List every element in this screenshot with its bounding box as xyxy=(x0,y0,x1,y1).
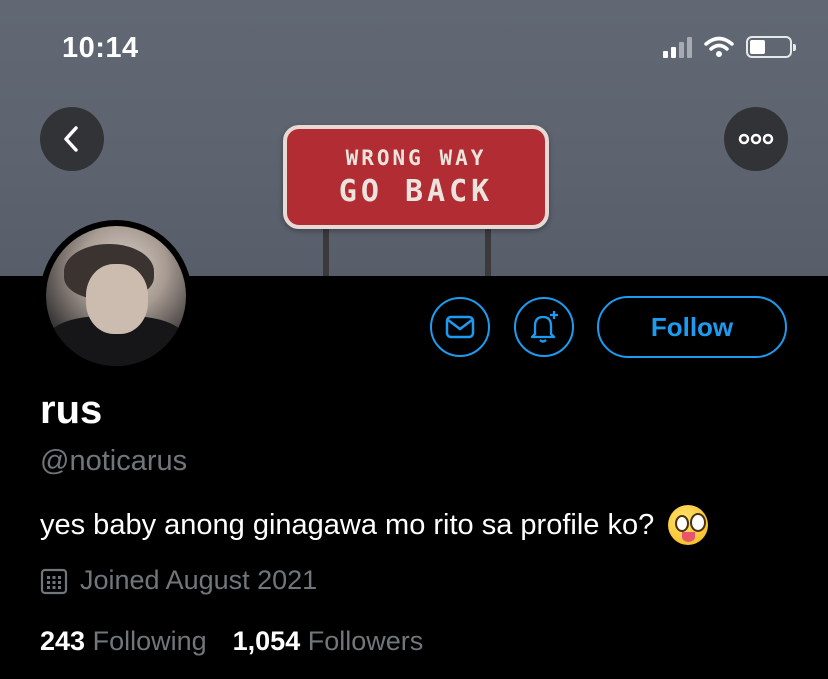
joined-date: Joined August 2021 xyxy=(40,565,317,596)
sign-line-2: GO BACK xyxy=(338,173,494,209)
followers-label: Followers xyxy=(307,626,424,656)
chevron-left-icon xyxy=(64,126,78,152)
back-button[interactable] xyxy=(40,107,104,171)
banner-sign: WRONG WAY GO BACK xyxy=(283,125,551,276)
sign-post-right xyxy=(485,225,491,276)
follow-button[interactable]: Follow xyxy=(597,296,787,358)
cellular-signal-icon xyxy=(663,36,692,58)
message-button[interactable] xyxy=(430,297,490,357)
followers-count: 1,054 xyxy=(232,626,301,656)
avatar-photo xyxy=(46,226,186,366)
bio-text: yes baby anong ginagawa mo rito sa profi… xyxy=(40,508,655,541)
follow-stats: 243 Following 1,054 Followers xyxy=(40,626,423,657)
sign-board: WRONG WAY GO BACK xyxy=(283,125,549,229)
profile-bio: yes baby anong ginagawa mo rito sa profi… xyxy=(40,505,709,545)
wifi-icon xyxy=(704,36,734,57)
sign-line-1: WRONG WAY xyxy=(345,145,487,170)
following-link[interactable]: 243 Following xyxy=(40,626,207,657)
battery-icon xyxy=(746,36,796,58)
ellipsis-icon xyxy=(738,133,774,145)
following-label: Following xyxy=(92,626,207,656)
status-indicators xyxy=(663,36,796,58)
profile-name: rus xyxy=(40,388,103,432)
bell-plus-icon xyxy=(530,311,558,343)
notifications-button[interactable] xyxy=(514,297,574,357)
calendar-icon xyxy=(40,568,68,594)
more-options-button[interactable] xyxy=(724,107,788,171)
joined-text: Joined August 2021 xyxy=(80,565,318,595)
following-count: 243 xyxy=(40,626,86,656)
sign-post-left xyxy=(323,225,329,276)
status-time: 10:14 xyxy=(62,32,139,64)
zany-face-emoji-icon xyxy=(668,505,709,545)
avatar[interactable] xyxy=(40,220,192,372)
profile-handle: @noticarus xyxy=(40,445,188,477)
followers-link[interactable]: 1,054 Followers xyxy=(233,626,424,657)
envelope-icon xyxy=(445,315,475,339)
